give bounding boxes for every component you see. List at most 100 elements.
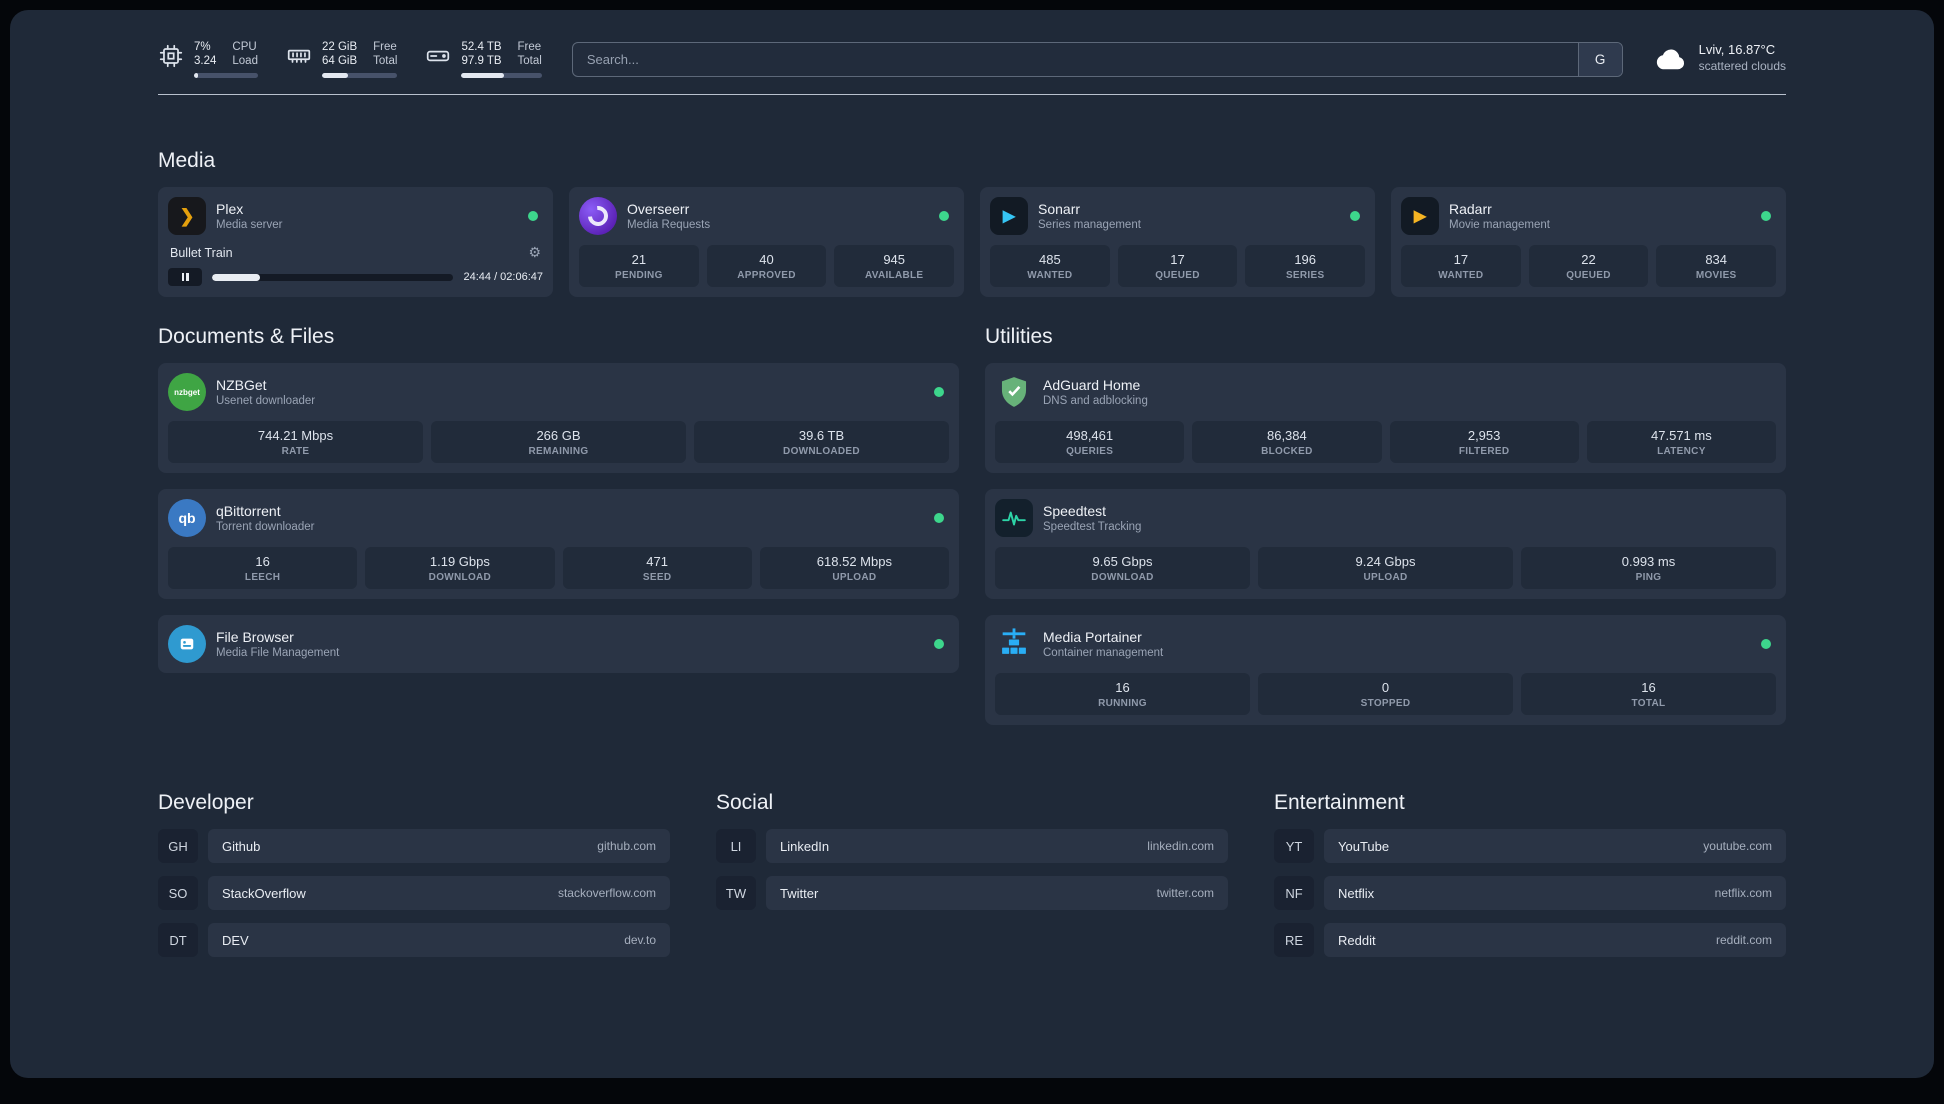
app-name: Radarr	[1449, 201, 1492, 217]
section-title-media: Media	[158, 149, 216, 172]
status-dot	[934, 639, 944, 649]
bookmark-youtube[interactable]: YT YouTube youtube.com	[1274, 829, 1786, 863]
playback-progress-bar[interactable]	[212, 273, 454, 281]
stat-tile: 945 AVAILABLE	[834, 245, 955, 287]
bookmark-url: netflix.com	[1714, 886, 1772, 900]
bookmark-group-entertainment: Entertainment YT YouTube youtube.com NF …	[1274, 791, 1786, 970]
bookmark-url: dev.to	[624, 933, 656, 947]
bookmark-reddit[interactable]: RE Reddit reddit.com	[1274, 923, 1786, 957]
app-desc: Speedtest Tracking	[1043, 521, 1142, 533]
disk-total-label: Total	[517, 55, 542, 67]
cpu-icon	[158, 43, 184, 69]
app-card-radarr[interactable]: ▶ Radarr Movie management 17 WANTED 22 Q…	[1391, 187, 1786, 297]
disk-icon	[425, 43, 451, 69]
section-title-social: Social	[716, 791, 774, 814]
stat-tile: 196 SERIES	[1245, 245, 1366, 287]
status-dot	[1761, 639, 1771, 649]
memory-progress-bar	[321, 73, 398, 78]
stat-tile: 744.21 Mbps RATE	[168, 421, 423, 463]
stat-tile: 47.571 ms LATENCY	[1586, 421, 1776, 463]
bookmark-group-developer: Developer GH Github github.com SO StackO…	[158, 791, 670, 970]
sonarr-icon: ▶	[990, 197, 1028, 235]
memory-free-label: Free	[373, 41, 397, 53]
bookmark-name: Twitter	[780, 885, 819, 901]
status-dot	[1761, 211, 1771, 221]
bookmark-twitter[interactable]: TW Twitter twitter.com	[716, 876, 1228, 910]
bookmark-netflix[interactable]: NF Netflix netflix.com	[1274, 876, 1786, 910]
app-desc: Usenet downloader	[216, 395, 316, 407]
stat-tile: 39.6 TB DOWNLOADED	[694, 421, 949, 463]
resource-widgets: 7% 3.24 CPU Load 22 GiB 64 GiB Free Tota…	[158, 40, 542, 78]
dashboard-page: 7% 3.24 CPU Load 22 GiB 64 GiB Free Tota…	[10, 10, 1934, 1078]
app-name: NZBGet	[216, 377, 267, 393]
bookmark-name: Github	[222, 838, 261, 854]
bookmark-url: twitter.com	[1156, 886, 1214, 900]
cpu-usage-label: CPU	[232, 41, 257, 53]
search-bar: G	[571, 42, 1623, 77]
bookmark-abbr: GH	[158, 829, 198, 863]
bookmark-abbr: NF	[1274, 876, 1314, 910]
app-card-plex[interactable]: ❯ Plex Media server Bullet Train ⚙ 24:44…	[158, 187, 553, 297]
bookmark-url: youtube.com	[1703, 839, 1772, 853]
app-card-media-portainer[interactable]: Media Portainer Container management 16 …	[985, 615, 1786, 725]
app-name: Overseerr	[627, 201, 690, 217]
memory-total-value: 64 GiB	[321, 55, 358, 67]
qbittorrent-icon: qb	[168, 499, 206, 537]
bookmark-name: Netflix	[1338, 885, 1375, 901]
pause-button[interactable]	[168, 268, 202, 286]
disk-free-value: 52.4 TB	[461, 41, 502, 53]
disk-widget: 52.4 TB 97.9 TB Free Total	[425, 40, 542, 78]
app-card-qbittorrent[interactable]: qb qBittorrent Torrent downloader 16 LEE…	[158, 489, 959, 599]
search-provider-button[interactable]: G	[1577, 43, 1622, 76]
topbar-divider	[158, 94, 1786, 95]
section-title-entertainment: Entertainment	[1274, 791, 1405, 814]
nzbget-icon: nzbget	[168, 373, 206, 411]
disk-total-value: 97.9 TB	[461, 55, 502, 67]
app-card-sonarr[interactable]: ▶ Sonarr Series management 485 WANTED 17…	[980, 187, 1375, 297]
app-desc: Movie management	[1449, 219, 1550, 231]
speedtest-graph-icon	[995, 499, 1033, 537]
stat-tile: 16 TOTAL	[1521, 673, 1776, 715]
weather-widget[interactable]: Lviv, 16.87°C scattered clouds	[1653, 42, 1786, 73]
stat-tile: 86,384 BLOCKED	[1192, 421, 1382, 463]
bookmark-stackoverflow[interactable]: SO StackOverflow stackoverflow.com	[158, 876, 670, 910]
bookmark-url: github.com	[597, 839, 656, 853]
bookmark-abbr: TW	[716, 876, 756, 910]
bookmark-github[interactable]: GH Github github.com	[158, 829, 670, 863]
app-card-speedtest[interactable]: Speedtest Speedtest Tracking 9.65 Gbps D…	[985, 489, 1786, 599]
playback-time: 24:44 / 02:06:47	[463, 271, 543, 283]
topbar: 7% 3.24 CPU Load 22 GiB 64 GiB Free Tota…	[158, 38, 1786, 94]
app-card-adguard-home[interactable]: AdGuard Home DNS and adblocking 498,461 …	[985, 363, 1786, 473]
app-card-overseerr[interactable]: Overseerr Media Requests 21 PENDING 40 A…	[569, 187, 964, 297]
cloud-icon	[1653, 43, 1689, 73]
section-title-developer: Developer	[158, 791, 254, 814]
gear-icon[interactable]: ⚙	[528, 244, 541, 261]
memory-widget: 22 GiB 64 GiB Free Total	[286, 40, 398, 78]
app-name: Media Portainer	[1043, 629, 1142, 645]
stat-tile: 1.19 Gbps DOWNLOAD	[365, 547, 555, 589]
status-dot	[528, 211, 538, 221]
stat-tile: 22 QUEUED	[1528, 245, 1649, 287]
plex-icon: ❯	[168, 197, 206, 235]
memory-free-value: 22 GiB	[321, 41, 358, 53]
section-title-documents: Documents & Files	[158, 325, 335, 348]
app-name: AdGuard Home	[1043, 377, 1141, 393]
bookmark-dev[interactable]: DT DEV dev.to	[158, 923, 670, 957]
app-card-filebrowser[interactable]: File Browser Media File Management	[158, 615, 959, 673]
search-input[interactable]	[572, 43, 1578, 76]
media-card-grid: ❯ Plex Media server Bullet Train ⚙ 24:44…	[158, 187, 1786, 297]
stat-tile: 471 SEED	[562, 547, 752, 589]
bookmark-linkedin[interactable]: LI LinkedIn linkedin.com	[716, 829, 1228, 863]
section-title-utilities: Utilities	[985, 325, 1053, 348]
app-card-nzbget[interactable]: nzbget NZBGet Usenet downloader 744.21 M…	[158, 363, 959, 473]
app-desc: Media server	[216, 219, 283, 231]
app-desc: Media File Management	[216, 647, 340, 659]
disk-free-label: Free	[517, 41, 542, 53]
bookmark-url: reddit.com	[1715, 933, 1772, 947]
overseerr-icon	[579, 197, 617, 235]
plex-now-playing: Bullet Train ⚙ 24:44 / 02:06:47	[168, 244, 543, 286]
bookmark-name: LinkedIn	[780, 838, 830, 854]
cpu-widget: 7% 3.24 CPU Load	[158, 40, 258, 78]
portainer-crane-icon	[995, 625, 1033, 663]
stat-tile: 9.24 Gbps UPLOAD	[1258, 547, 1513, 589]
